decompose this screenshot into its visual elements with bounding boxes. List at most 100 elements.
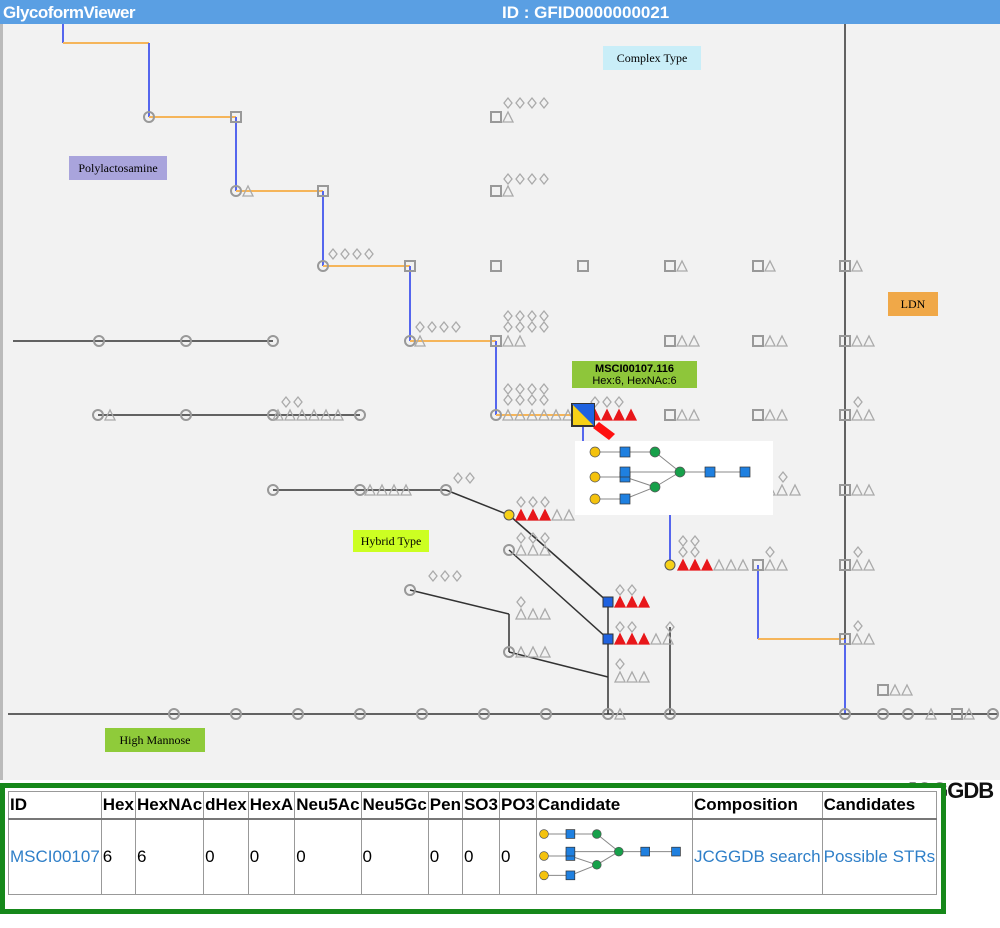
glycoform-node[interactable]: [602, 596, 614, 608]
triangle-marker: [862, 483, 876, 496]
cell-hexnac: 6: [134, 818, 205, 895]
triangle-marker: [661, 632, 675, 645]
mannose-icon: [614, 846, 624, 856]
glycoform-node[interactable]: [503, 509, 515, 521]
triangle-marker: [501, 334, 515, 347]
glcnac-icon: [565, 870, 576, 880]
diamond-marker: [615, 583, 625, 597]
diamond-marker: [503, 393, 513, 407]
glycoform-node[interactable]: [664, 559, 676, 571]
result-table-panel: ID Hex HexNAc dHex HexA Neu5Ac Neu5Gc Pen SO3 PO3…: [0, 783, 946, 914]
glycoform-graph[interactable]: [3, 24, 1000, 780]
triangle-marker: [538, 508, 552, 521]
diamond-marker: [528, 495, 538, 509]
glycoform-node[interactable]: [490, 111, 502, 123]
glycoform-node[interactable]: [752, 409, 764, 421]
id-link[interactable]: MSCI00107: [10, 847, 100, 866]
diamond-marker: [440, 569, 450, 583]
glycoform-node[interactable]: [602, 633, 614, 645]
label-hybrid-type: Hybrid Type: [353, 530, 429, 552]
diamond-marker: [515, 309, 525, 323]
tooltip-composition: Hex:6, HexNAc:6: [592, 375, 677, 387]
glcnac-icon: [565, 828, 576, 839]
triangle-marker: [763, 334, 777, 347]
diamond-marker: [328, 247, 338, 261]
triangle-marker: [600, 408, 614, 421]
cell-hex: 6: [100, 818, 136, 895]
glycoform-node[interactable]: [490, 260, 502, 272]
edge: [445, 489, 510, 516]
triangle-marker: [649, 632, 663, 645]
column-header: Candidates: [821, 791, 938, 820]
diamond-marker: [340, 247, 350, 261]
triangle-marker: [637, 595, 651, 608]
triangle-marker: [888, 683, 902, 696]
triangle-marker: [625, 595, 639, 608]
diamond-marker: [527, 172, 537, 186]
cell-candidate: [536, 818, 694, 895]
triangle-marker: [724, 558, 738, 571]
triangle-marker: [526, 508, 540, 521]
glycoform-node[interactable]: [752, 335, 764, 347]
glycoform-node[interactable]: [490, 185, 502, 197]
triangle-marker: [736, 558, 750, 571]
diamond-marker: [428, 569, 438, 583]
triangle-marker: [862, 334, 876, 347]
triangle-marker: [613, 632, 627, 645]
diamond-marker: [602, 395, 612, 409]
diamond-marker: [627, 583, 637, 597]
selected-node-tooltip: MSCI00107.116 Hex:6, HexNAc:6: [572, 361, 697, 388]
column-header: ID: [8, 791, 102, 820]
glycoform-node[interactable]: [664, 335, 676, 347]
column-header: Neu5Gc: [360, 791, 429, 820]
triangle-marker: [775, 558, 789, 571]
cell-id[interactable]: MSCI00107: [8, 818, 102, 895]
triangle-marker: [514, 508, 528, 521]
triangle-marker: [775, 408, 789, 421]
diamond-marker: [678, 545, 688, 559]
cell-pen: 0: [427, 818, 463, 895]
triangle-marker: [775, 334, 789, 347]
diamond-marker: [515, 382, 525, 396]
cell-candidates[interactable]: Possible STRs: [821, 818, 938, 895]
diamond-marker: [690, 534, 700, 548]
diamond-marker: [516, 531, 526, 545]
glycoform-node[interactable]: [752, 260, 764, 272]
diamond-marker: [503, 309, 513, 323]
diamond-marker: [527, 96, 537, 110]
glycoform-node[interactable]: [877, 684, 889, 696]
triangle-marker: [637, 670, 651, 683]
glycoform-node[interactable]: [664, 409, 676, 421]
triangle-marker: [550, 508, 564, 521]
column-header: SO3: [461, 791, 501, 820]
glycoform-node[interactable]: [752, 484, 764, 496]
glycoform-node[interactable]: [664, 260, 676, 272]
cell-composition[interactable]: JCGGDB search: [692, 818, 823, 895]
jcggdb-search-link[interactable]: JCGGDB search: [694, 847, 821, 866]
triangle-marker: [700, 558, 714, 571]
triangle-marker: [688, 558, 702, 571]
mannose-icon: [592, 859, 602, 870]
triangle-marker: [612, 408, 626, 421]
triangle-marker: [675, 334, 689, 347]
triangle-marker: [763, 558, 777, 571]
label-polylactosamine: Polylactosamine: [69, 156, 167, 180]
pointer-arrow-icon: [593, 422, 615, 440]
app-header: GlycoformViewer ID : GFID0000000021: [0, 0, 1000, 24]
triangle-marker: [850, 483, 864, 496]
possible-strs-link[interactable]: Possible STRs: [824, 847, 935, 866]
triangle-marker: [501, 184, 515, 197]
diamond-marker: [439, 320, 449, 334]
diamond-marker: [515, 393, 525, 407]
glycoform-node[interactable]: [577, 260, 589, 272]
triangle-marker: [850, 558, 864, 571]
triangle-marker: [687, 408, 701, 421]
triangle-marker: [613, 670, 627, 683]
column-header: HexNAc: [134, 791, 205, 820]
glycoform-node[interactable]: [577, 484, 589, 496]
glcnac-icon: [565, 846, 576, 856]
triangle-marker: [675, 259, 689, 272]
glycoform-map[interactable]: Complex Type Polylactosamine LDN Hybrid …: [0, 24, 1000, 780]
diamond-marker: [690, 545, 700, 559]
diamond-marker: [516, 595, 526, 609]
